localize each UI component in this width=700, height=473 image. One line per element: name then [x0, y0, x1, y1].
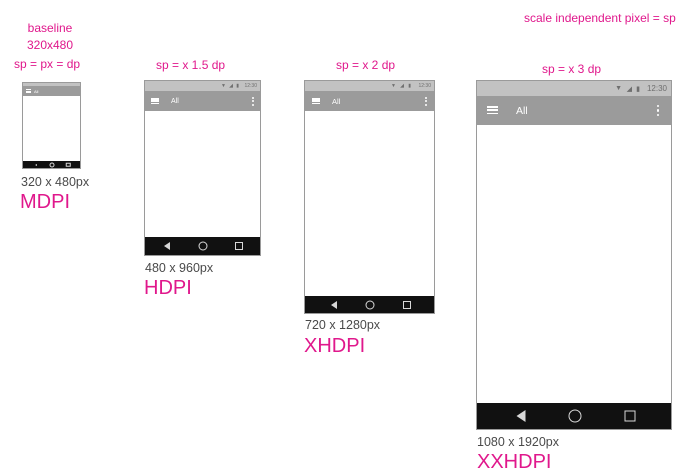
app-title: All	[171, 97, 179, 105]
wifi-icon: ▼	[391, 83, 396, 89]
back-icon[interactable]	[331, 300, 337, 309]
recents-icon[interactable]	[403, 300, 411, 309]
density-xhdpi: XHDPI	[304, 335, 366, 357]
back-icon[interactable]	[516, 410, 526, 422]
wifi-icon: ▼	[615, 85, 622, 92]
more-vert-icon[interactable]	[425, 91, 427, 111]
phone-xhdpi: ▼ ◢ ▮ 12:30 All	[304, 80, 435, 314]
status-time: 12:30	[244, 83, 257, 89]
menu-icon[interactable]	[151, 98, 159, 104]
density-xxhdpi: XXHDPI	[477, 451, 552, 473]
home-icon[interactable]	[49, 162, 55, 167]
baseline-note: baseline 320x480	[14, 20, 86, 54]
menu-icon[interactable]	[312, 98, 320, 104]
home-icon[interactable]	[198, 241, 208, 251]
density-hdpi: HDPI	[144, 277, 192, 299]
back-icon[interactable]	[164, 242, 170, 250]
status-time: 12:30	[646, 84, 667, 93]
app-bar: All	[477, 96, 671, 125]
recents-icon[interactable]	[65, 162, 71, 167]
baseline-label: baseline	[27, 21, 73, 35]
app-title: All	[34, 88, 39, 94]
wifi-icon: ▼	[221, 83, 226, 89]
phone-mdpi: All	[22, 82, 81, 169]
recents-icon[interactable]	[235, 242, 243, 250]
home-icon[interactable]	[365, 300, 375, 309]
home-icon[interactable]	[568, 409, 582, 423]
nav-bar	[305, 296, 434, 313]
back-icon[interactable]	[35, 163, 37, 166]
app-bar: All	[145, 91, 260, 111]
nav-bar	[145, 237, 260, 255]
resolution-xhdpi: 720 x 1280px	[305, 318, 381, 332]
signal-icon: ◢	[229, 83, 233, 89]
more-vert-icon[interactable]	[656, 96, 659, 125]
formula-hdpi: sp = x 1.5 dp	[156, 58, 226, 72]
phone-xxhdpi: ▼ ◢ ▮ 12:30 All	[476, 80, 672, 430]
battery-icon: ▮	[636, 85, 640, 93]
menu-icon[interactable]	[26, 89, 31, 93]
app-title: All	[516, 104, 528, 117]
menu-icon[interactable]	[487, 106, 498, 114]
density-mdpi: MDPI	[20, 191, 70, 213]
nav-bar	[23, 161, 80, 168]
app-bar: All	[305, 91, 434, 111]
status-bar: ▼ ◢ ▮ 12:30	[145, 81, 260, 91]
formula-mdpi: sp = px = dp	[14, 57, 81, 71]
signal-icon: ◢	[400, 83, 404, 89]
status-time: 12:30	[418, 83, 431, 89]
more-vert-icon[interactable]	[252, 91, 254, 111]
baseline-resolution: 320x480	[26, 38, 74, 52]
formula-xxhdpi: sp = x 3 dp	[542, 62, 602, 76]
phone-hdpi: ▼ ◢ ▮ 12:30 All	[144, 80, 261, 256]
resolution-hdpi: 480 x 960px	[145, 261, 214, 275]
nav-bar	[477, 403, 671, 429]
resolution-mdpi: 320 x 480px	[21, 175, 90, 189]
status-bar: ▼ ◢ ▮ 12:30	[305, 81, 434, 91]
scale-note: scale independent pixel = sp	[524, 11, 676, 25]
app-bar: All	[23, 86, 80, 96]
formula-xhdpi: sp = x 2 dp	[336, 58, 396, 72]
signal-icon: ◢	[626, 85, 632, 93]
battery-icon: ▮	[408, 83, 411, 89]
resolution-xxhdpi: 1080 x 1920px	[477, 435, 560, 449]
status-bar: ▼ ◢ ▮ 12:30	[477, 81, 671, 96]
app-title: All	[332, 96, 341, 106]
recents-icon[interactable]	[624, 410, 636, 422]
battery-icon: ▮	[236, 83, 239, 89]
